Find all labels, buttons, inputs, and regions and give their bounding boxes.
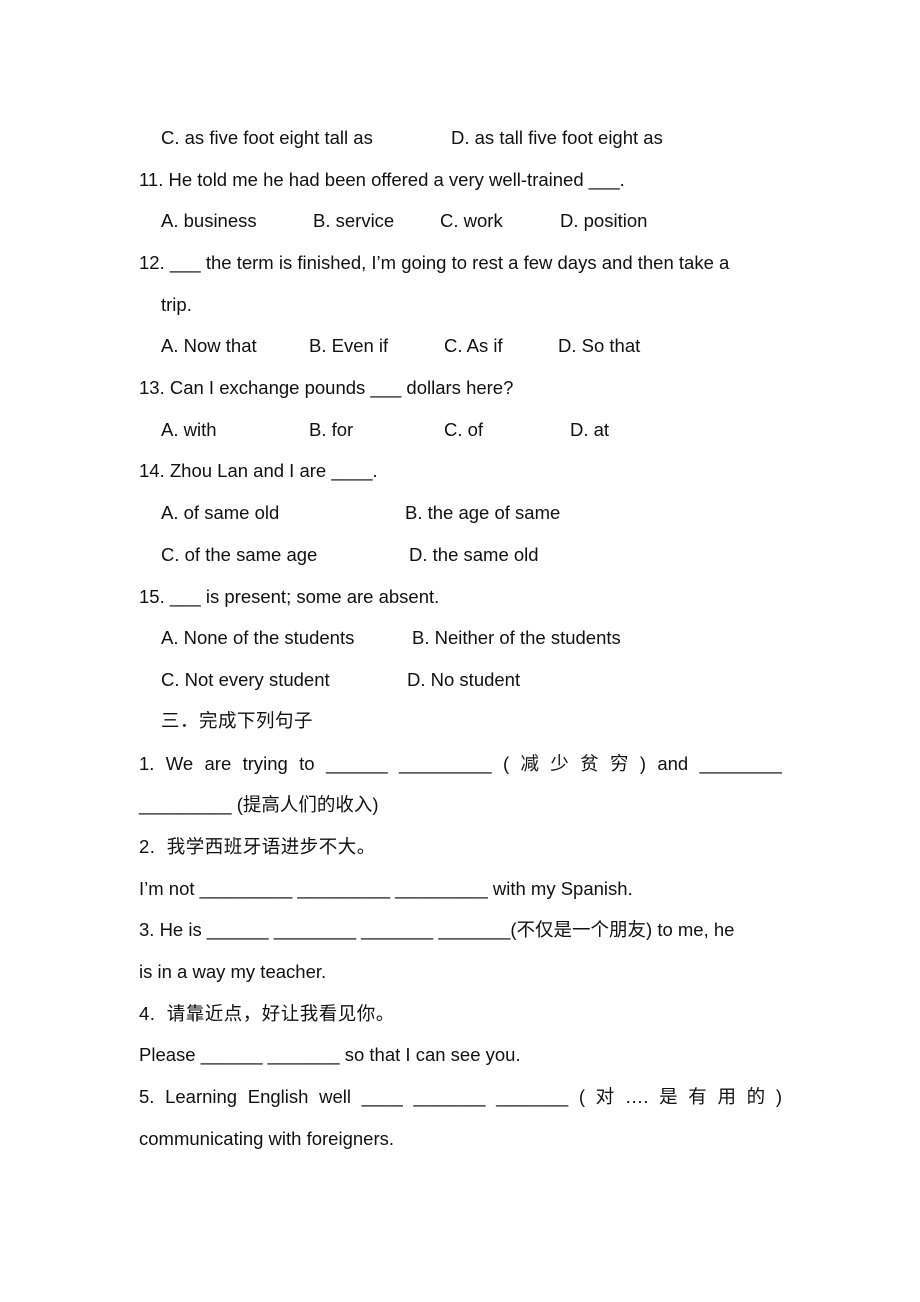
item-2-line-1: 2. 我学西班牙语进步不大。	[139, 836, 376, 857]
item-5-part: Learning	[165, 1086, 238, 1107]
q10-option-d: D. as tall five foot eight as	[451, 127, 663, 148]
item-4-line-2: Please ______ _______ so that I can see …	[139, 1044, 521, 1065]
item-1-part: to	[299, 753, 315, 774]
q11-option-a: A. business	[161, 210, 257, 231]
item-1-blank: _________	[399, 753, 492, 774]
item-1-part: 贫	[580, 753, 599, 774]
item-1-part: )	[639, 753, 646, 774]
item-5-part: 对	[595, 1086, 615, 1107]
item-5-line-1: 5. Learning English well ____ _______ __…	[139, 1085, 782, 1109]
item-1-part: are	[204, 753, 232, 774]
item-5-part: (	[578, 1086, 585, 1107]
question-13-stem: 13. Can I exchange pounds ___ dollars he…	[139, 377, 514, 398]
item-5-blank: _______	[413, 1086, 486, 1107]
question-15-stem: 15. ___ is present; some are absent.	[139, 586, 440, 607]
q12-option-b: B. Even if	[309, 335, 389, 356]
item-5-part: 的	[746, 1086, 766, 1107]
item-5-blank: ____	[361, 1086, 403, 1107]
item-4-line-1: 4. 请靠近点，好让我看见你。	[139, 1003, 395, 1024]
q13-option-a: A. with	[161, 419, 217, 440]
q13-option-c: C. of	[444, 419, 484, 440]
item-5-part: English	[247, 1086, 309, 1107]
q12-option-c: C. As if	[444, 335, 503, 356]
item-5-part: 有	[688, 1086, 707, 1107]
q14-option-a: A. of same old	[161, 502, 280, 523]
section-3-heading: 三．完成下列句子	[161, 710, 314, 731]
q14-option-b: B. the age of same	[405, 502, 561, 523]
q15-option-d: D. No student	[407, 669, 521, 690]
item-1-part: (	[502, 753, 510, 774]
q12-option-d: D. So that	[558, 335, 641, 356]
item-5-part: 5.	[139, 1086, 155, 1107]
q11-option-c: C. work	[440, 210, 503, 231]
item-5-blank: _______	[496, 1086, 569, 1107]
q15-option-c: C. Not every student	[161, 669, 330, 690]
item-5-part: 是	[659, 1086, 678, 1107]
q12-option-a: A. Now that	[161, 335, 257, 356]
item-5-part: well	[319, 1086, 351, 1107]
q15-option-a: A. None of the students	[161, 627, 355, 648]
q10-option-c: C. as five foot eight tall as	[161, 127, 373, 148]
item-1-blank: ________	[699, 753, 782, 774]
question-12-stem-cont: trip.	[161, 294, 192, 315]
item-1-part: We	[165, 753, 194, 774]
question-12-stem: 12. ___ the term is finished, I’m going …	[139, 252, 730, 273]
q15-option-b: B. Neither of the students	[412, 627, 621, 648]
q14-option-d: D. the same old	[409, 544, 539, 565]
item-1-part: 穷	[609, 753, 629, 774]
q11-option-d: D. position	[560, 210, 648, 231]
item-1-part: 减	[520, 753, 539, 774]
question-14-stem: 14. Zhou Lan and I are ____.	[139, 460, 378, 481]
item-5-line-2: communicating with foreigners.	[139, 1128, 394, 1149]
q13-option-d: D. at	[570, 419, 610, 440]
item-1-line-1: 1. We are trying to ______ _________ ( 减…	[139, 752, 782, 776]
q14-option-c: C. of the same age	[161, 544, 318, 565]
question-11-stem: 11. He told me he had been offered a ver…	[139, 169, 625, 190]
item-5-part: 用	[717, 1086, 736, 1107]
item-1-part: 1.	[139, 753, 155, 774]
item-2-line-2: I’m not _________ _________ _________ wi…	[139, 878, 633, 899]
q13-option-b: B. for	[309, 419, 354, 440]
q11-option-b: B. service	[313, 210, 395, 231]
item-5-part: )	[775, 1086, 782, 1107]
item-1-part: 少	[550, 753, 569, 774]
item-1-line-2: _________ (提高人们的收入)	[139, 794, 379, 815]
item-1-part: trying	[242, 753, 288, 774]
item-3-line-2: is in a way my teacher.	[139, 961, 327, 982]
item-1-part: and	[657, 753, 689, 774]
item-5-part: ….	[624, 1086, 649, 1107]
item-3-line-1: 3. He is ______ ________ _______ _______…	[139, 919, 735, 940]
item-1-blank: ______	[325, 753, 388, 774]
